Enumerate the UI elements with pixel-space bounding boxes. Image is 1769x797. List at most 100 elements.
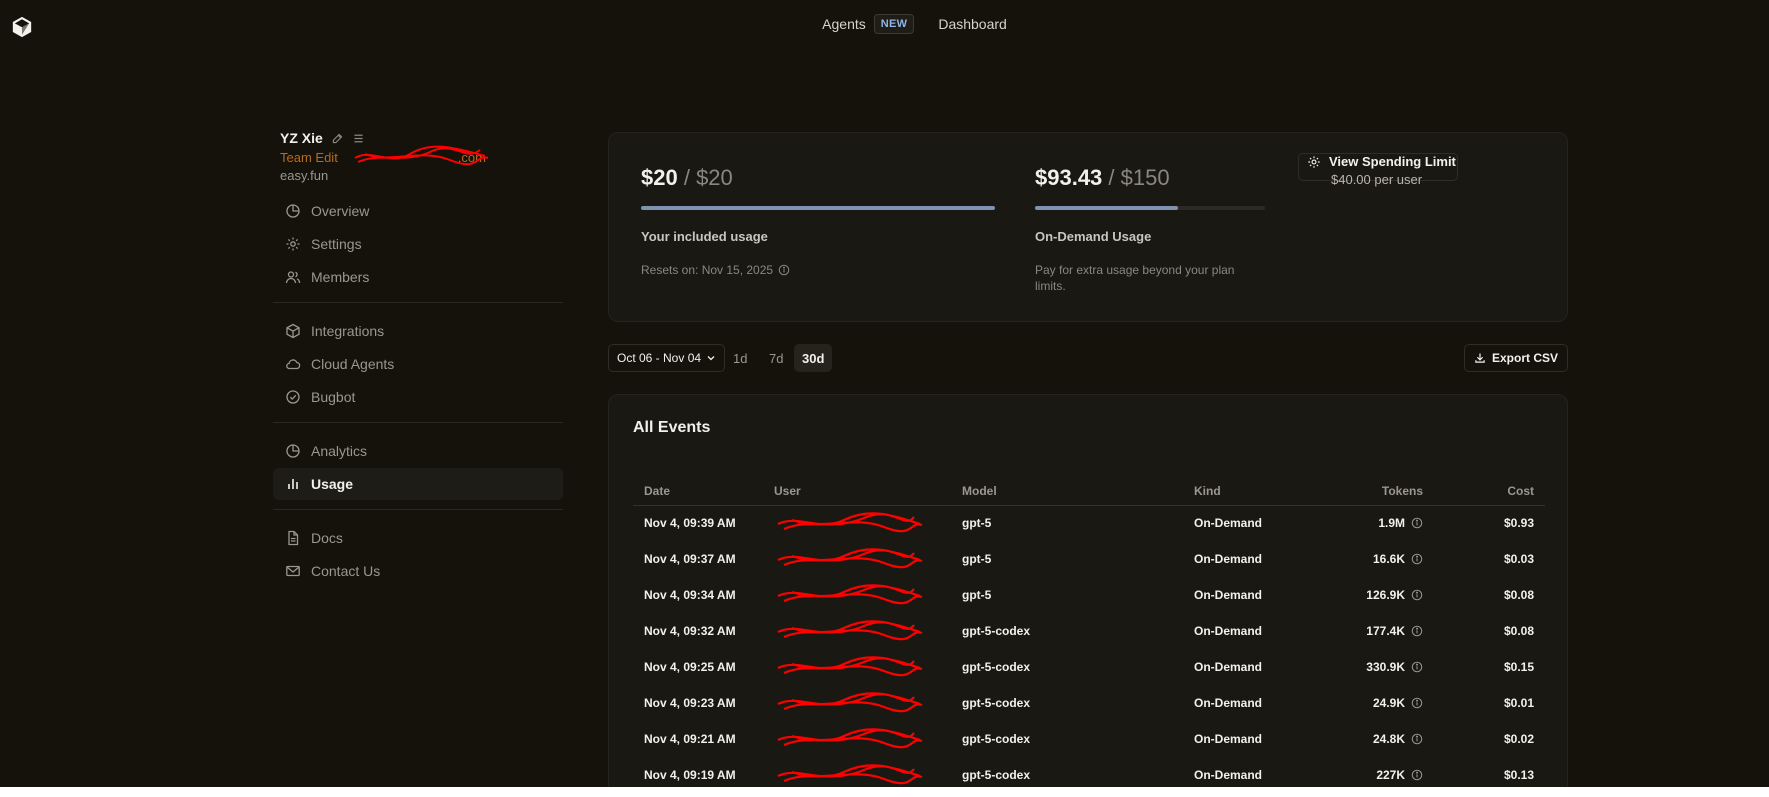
redaction-scribble — [777, 584, 923, 605]
table-row[interactable]: Nov 4, 09:23 AM gpt-5-codex On-Demand 24.9K… — [633, 685, 1545, 721]
info-icon[interactable] — [1411, 625, 1423, 637]
event-tokens-value: 227K — [1376, 768, 1405, 782]
document-icon — [288, 530, 299, 546]
table-row[interactable]: Nov 4, 09:25 AM gpt-5-codex On-Demand 330.9… — [633, 649, 1545, 685]
sidebar-item-label: Analytics — [311, 443, 368, 459]
profile-org: easy.fun — [280, 168, 329, 183]
event-tokens-value: 126.9K — [1366, 588, 1405, 602]
events-title: All Events — [633, 419, 711, 436]
sidebar-item-usage[interactable]: Usage — [273, 468, 563, 500]
sidebar-item-members[interactable]: Members — [273, 261, 563, 293]
table-row[interactable]: Nov 4, 09:32 AM gpt-5-codex On-Demand 177.4… — [633, 613, 1545, 649]
included-used: $20 — [641, 165, 678, 190]
event-date: Nov 4, 09:25 AM — [644, 660, 736, 674]
event-tokens: 126.9K — [1313, 577, 1434, 613]
info-icon[interactable] — [1411, 589, 1423, 601]
spending-limit-per-user: $40.00 per user — [1331, 172, 1423, 187]
sidebar-item-label: Members — [311, 269, 370, 285]
sidebar: YZ Xie Team Edit .com easy.fun Overview S… — [273, 130, 563, 588]
range-30d-button[interactable]: 30d — [794, 344, 833, 372]
info-icon[interactable] — [1411, 769, 1423, 781]
redaction-scribble — [777, 764, 923, 785]
column-header-model[interactable]: Model — [951, 477, 1183, 506]
sidebar-item-contact-us[interactable]: Contact Us — [273, 555, 563, 587]
sidebar-item-label: Usage — [311, 476, 354, 492]
mail-icon — [286, 565, 300, 577]
agents-label: Agents — [822, 16, 866, 32]
spending-limit-button[interactable]: View Spending Limit $40.00 per user — [1298, 153, 1458, 187]
on-demand-progress-bar — [1035, 206, 1265, 210]
sidebar-item-analytics[interactable]: Analytics — [273, 435, 563, 467]
sidebar-item-overview[interactable]: Overview — [273, 195, 563, 227]
date-range-picker[interactable]: Oct 06 - Nov 04 — [608, 344, 726, 372]
table-header-row: Date User Model Kind Tokens Cost — [633, 477, 1545, 506]
event-cost: $0.02 — [1503, 732, 1534, 746]
info-icon[interactable] — [1411, 697, 1423, 709]
event-cost: $0.93 — [1503, 516, 1534, 531]
new-badge: NEW — [873, 14, 915, 34]
event-user — [763, 649, 951, 685]
column-header-tokens[interactable]: Tokens — [1313, 477, 1434, 506]
nav-group-data: Analytics Usage — [273, 435, 563, 500]
column-header-kind[interactable]: Kind — [1183, 477, 1313, 506]
table-row[interactable]: Nov 4, 09:34 AM gpt-5 On-Demand 126.9K $0.08 — [633, 577, 1545, 613]
event-model: gpt-5-codex — [962, 732, 1031, 746]
event-model: gpt-5-codex — [962, 696, 1031, 710]
event-tokens-value: 24.8K — [1372, 732, 1405, 746]
sidebar-item-integrations[interactable]: Integrations — [273, 315, 563, 347]
range-1d-button[interactable]: 1d — [725, 344, 755, 372]
sidebar-item-label: Bugbot — [311, 389, 356, 405]
event-kind: On-Demand — [1194, 516, 1263, 531]
column-header-cost[interactable]: Cost — [1434, 477, 1545, 506]
events-card: All Events Date User Model Kind Tokens C… — [608, 394, 1568, 797]
export-csv-button[interactable]: Export CSV — [1463, 344, 1568, 372]
info-icon[interactable] — [1411, 553, 1423, 565]
spending-limit-row: View Spending Limit — [1307, 154, 1456, 169]
reset-info: Resets on: Nov 15, 2025 — [641, 262, 995, 278]
events-table: Date User Model Kind Tokens Cost Nov 4, … — [633, 477, 1545, 793]
info-icon[interactable] — [1411, 517, 1423, 529]
included-progress-fill — [641, 206, 995, 210]
gear-icon — [286, 237, 300, 251]
event-date: Nov 4, 09:34 AM — [644, 588, 736, 602]
dashboard-link[interactable]: Dashboard — [938, 16, 1007, 32]
edit-icon[interactable] — [331, 132, 344, 145]
redaction-scribble — [777, 620, 923, 641]
sidebar-divider — [273, 302, 563, 303]
agents-link[interactable]: Agents NEW — [822, 14, 915, 34]
cloud-icon — [286, 359, 301, 370]
event-tokens: 330.9K — [1313, 649, 1434, 685]
cube-icon — [286, 323, 300, 339]
pie-chart-icon — [286, 444, 300, 458]
sidebar-item-bugbot[interactable]: Bugbot — [273, 381, 563, 413]
export-csv-label: Export CSV — [1491, 351, 1558, 365]
info-icon[interactable] — [778, 264, 790, 276]
column-header-date[interactable]: Date — [633, 477, 763, 506]
menu-icon[interactable] — [352, 132, 365, 145]
info-icon[interactable] — [1411, 733, 1423, 745]
sidebar-item-settings[interactable]: Settings — [273, 228, 563, 260]
table-row[interactable]: Nov 4, 09:39 AM gpt-5 On-Demand 1.9M $0.93 — [633, 505, 1545, 541]
filter-bar: Oct 06 - Nov 04 1d 7d 30d Export CSV — [608, 344, 1568, 372]
sidebar-item-docs[interactable]: Docs — [273, 522, 563, 554]
redaction-scribble — [777, 656, 923, 677]
sidebar-item-cloud-agents[interactable]: Cloud Agents — [273, 348, 563, 380]
sidebar-item-label: Settings — [311, 236, 362, 252]
table-row[interactable]: Nov 4, 09:21 AM gpt-5-codex On-Demand 24.8K… — [633, 721, 1545, 757]
range-7d-button[interactable]: 7d — [761, 344, 791, 372]
event-tokens: 16.6K — [1313, 541, 1434, 577]
event-date: Nov 4, 09:23 AM — [644, 696, 736, 710]
table-row[interactable]: Nov 4, 09:37 AM gpt-5 On-Demand 16.6K $0.03 — [633, 541, 1545, 577]
sidebar-item-label: Cloud Agents — [311, 356, 395, 372]
column-header-user[interactable]: User — [763, 477, 951, 506]
on-demand-label: On-Demand Usage — [1035, 229, 1152, 244]
sidebar-item-label: Integrations — [311, 323, 385, 339]
gear-icon — [1308, 155, 1320, 168]
check-circle-icon — [286, 390, 300, 404]
info-icon[interactable] — [1411, 661, 1423, 673]
sidebar-divider — [273, 422, 563, 423]
on-demand-limit: / $150 — [1108, 165, 1170, 190]
redaction-scribble — [777, 548, 923, 569]
event-kind: On-Demand — [1194, 696, 1263, 710]
event-user — [763, 505, 951, 541]
